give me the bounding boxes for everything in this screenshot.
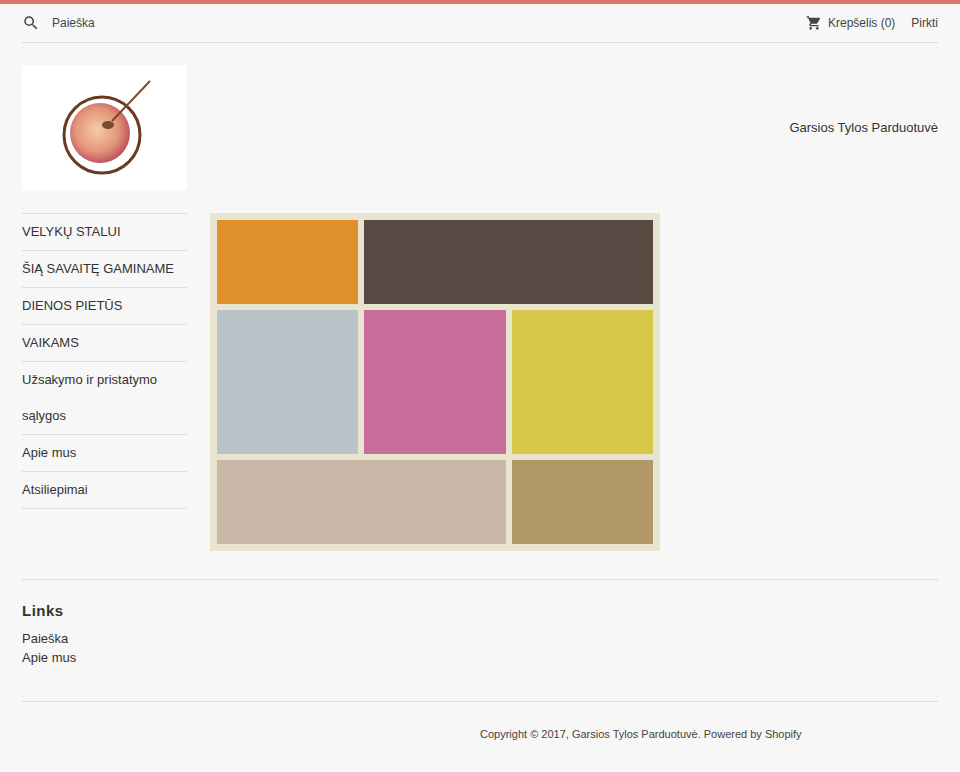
copyright: Copyright © 2017, Garsios Tylos Parduotu… — [480, 728, 938, 740]
search-link[interactable]: Paieška — [22, 14, 95, 32]
checkout-link[interactable]: Pirkti — [911, 16, 938, 30]
header: Paieška Krepšelis (0) Pirkti — [22, 4, 938, 43]
footer-link[interactable]: Apie mus — [22, 648, 938, 667]
cart-icon — [806, 15, 822, 31]
footer: Links PaieškaApie mus — [22, 579, 938, 702]
hero-image — [210, 213, 660, 551]
nav-item[interactable]: Atsiliepimai — [22, 472, 187, 509]
sidebar-nav: VELYKŲ STALUIŠIĄ SAVAITĘ GAMINAMEDIENOS … — [22, 213, 187, 509]
search-icon — [22, 14, 40, 32]
nav-item[interactable]: VELYKŲ STALUI — [22, 214, 187, 251]
footer-link[interactable]: Paieška — [22, 629, 938, 648]
nav-item[interactable]: ŠIĄ SAVAITĘ GAMINAME — [22, 251, 187, 288]
nav-item[interactable]: VAIKAMS — [22, 325, 187, 362]
nav-item[interactable]: Užsakymo ir pristatymo sąlygos — [22, 362, 187, 435]
nav-item[interactable]: DIENOS PIETŪS — [22, 288, 187, 325]
logo[interactable] — [22, 65, 187, 190]
footer-heading: Links — [22, 602, 938, 619]
cart-link[interactable]: Krepšelis (0) — [806, 15, 895, 31]
logo-icon — [50, 73, 160, 183]
site-title: Garsios Tylos Parduotuvė — [789, 120, 938, 135]
nav-item[interactable]: Apie mus — [22, 435, 187, 472]
